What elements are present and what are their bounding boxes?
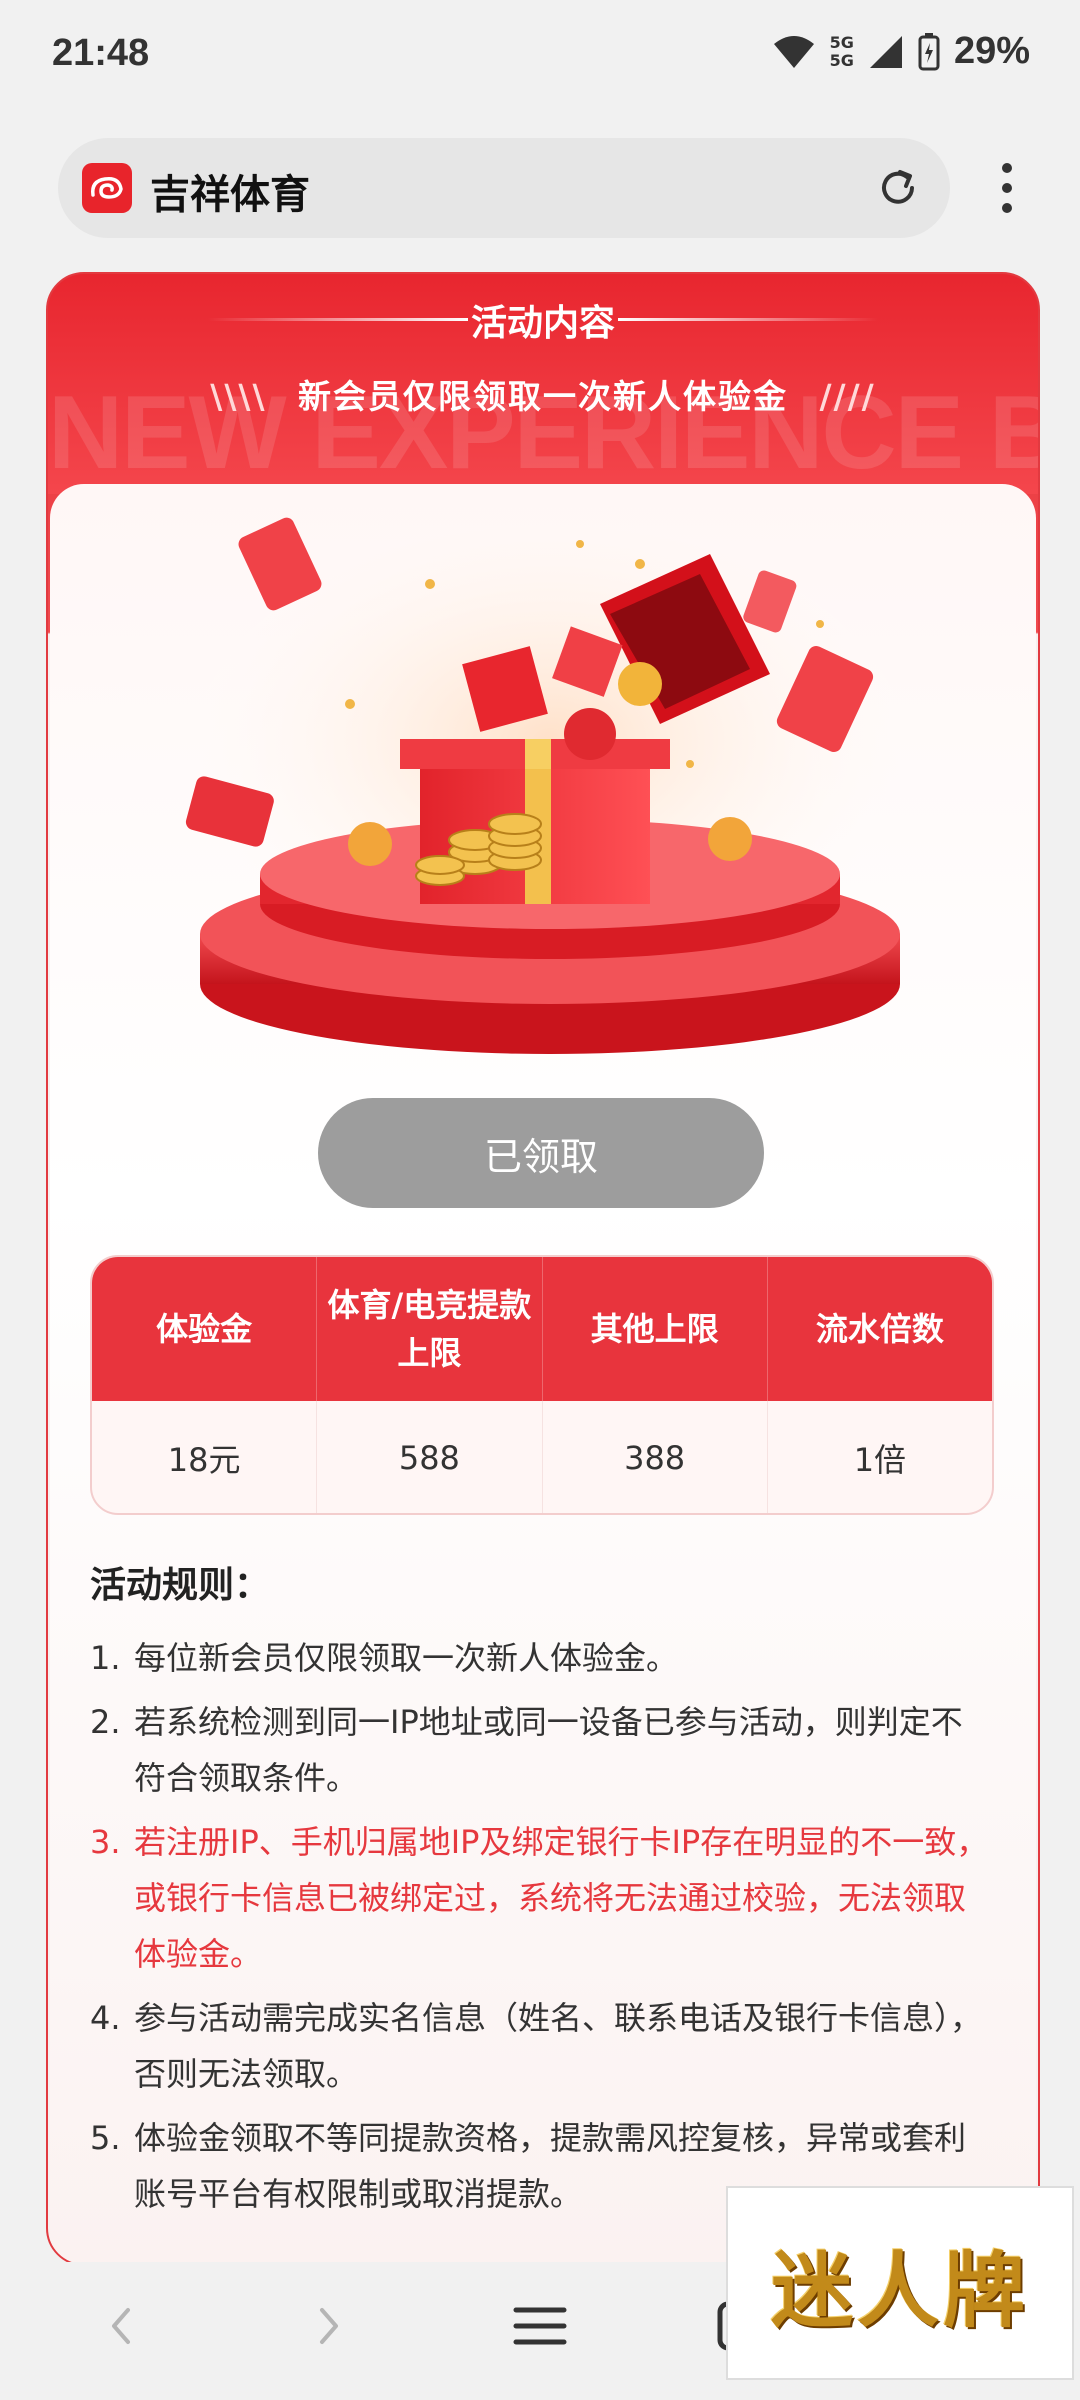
claimed-button[interactable]: 已领取 — [318, 1098, 764, 1208]
table-row: 18元 588 388 1倍 — [92, 1401, 992, 1513]
rules-title: 活动规则： — [90, 1565, 271, 1606]
table-header-cell: 体验金 — [92, 1257, 318, 1401]
subtitle-decoration-right: //// — [819, 377, 876, 416]
table-cell: 388 — [543, 1401, 768, 1513]
status-bar: 21:48 5G 5G 29% — [0, 0, 1080, 110]
rule-number: 2. — [90, 1703, 121, 1741]
network-type: 5G 5G — [829, 32, 854, 70]
rules-list: 1. 每位新会员仅限领取一次新人体验金。 2. 若系统检测到同一IP地址或同一设… — [90, 1630, 990, 2230]
reload-icon[interactable] — [874, 164, 922, 212]
table-header-cell: 体育/电竞提款上限 — [317, 1257, 543, 1401]
rule-number: 3. — [90, 1823, 121, 1861]
activity-title: 活动内容 — [470, 303, 615, 344]
status-time: 21:48 — [52, 32, 150, 74]
table-header-cell: 其他上限 — [543, 1257, 768, 1401]
back-icon[interactable] — [92, 2296, 152, 2356]
activity-subtitle: 新会员仅限领取一次新人体验金 — [298, 377, 788, 416]
rule-text: 若注册IP、手机归属地IP及绑定银行卡IP存在明显的不一致，或银行卡信息已被绑定… — [134, 1823, 989, 1973]
rule-text: 参与活动需完成实名信息（姓名、联系电话及银行卡信息），否则无法领取。 — [134, 1999, 983, 2093]
address-bar[interactable]: 吉祥体育 — [58, 138, 950, 238]
wifi-icon — [773, 35, 814, 68]
bonus-table-main: 体验金 体育/电竞提款上限 其他上限 流水倍数 18元 588 388 1倍 — [90, 1255, 994, 1515]
table-header-cell: 流水倍数 — [815, 1310, 944, 1348]
status-icons: 5G 5G 29% — [772, 30, 1030, 73]
table-cell: 588 — [317, 1401, 543, 1513]
rule-text: 每位新会员仅限领取一次新人体验金。 — [134, 1639, 679, 1677]
rule-number: 4. — [90, 1999, 121, 2037]
rule-item: 2. 若系统检测到同一IP地址或同一设备已参与活动，则判定不符合领取条件。 — [90, 1694, 990, 1806]
menu-icon[interactable] — [510, 2296, 570, 2356]
overlay-logo: 迷人牌 — [726, 2186, 1074, 2380]
more-vert-icon[interactable] — [992, 160, 1022, 216]
rule-text: 若系统检测到同一IP地址或同一设备已参与活动，则判定不符合领取条件。 — [134, 1703, 963, 1797]
rule-number: 5. — [90, 2119, 121, 2157]
table-cell: 18元 — [92, 1401, 318, 1513]
site-logo-icon — [82, 163, 132, 213]
rule-number: 1. — [90, 1639, 121, 1677]
rule-item: 4. 参与活动需完成实名信息（姓名、联系电话及银行卡信息），否则无法领取。 — [90, 1990, 990, 2102]
signal-icon — [869, 35, 902, 68]
battery-level: 29% — [953, 30, 1030, 72]
forward-icon[interactable] — [298, 2296, 358, 2356]
site-title: 吉祥体育 — [150, 172, 310, 218]
activity-subtitle-row: \\\\ 新会员仅限领取一次新人体验金 //// — [48, 370, 1038, 418]
rule-item: 1. 每位新会员仅限领取一次新人体验金。 — [90, 1630, 990, 1686]
table-cell: 1倍 — [853, 1441, 907, 1479]
card-header: 活动内容 NEW EXPERIENCE BONUS \\\\ 新会员仅限领取一次… — [48, 274, 1038, 494]
table-header: 体验金 体育/电竞提款上限 其他上限 流水倍数 — [92, 1257, 992, 1401]
overlay-logo-text: 迷人牌 — [770, 2242, 1029, 2339]
battery-icon — [918, 32, 940, 70]
gift-box-illustration — [185, 517, 910, 1054]
subtitle-decoration-left: \\\\ — [210, 377, 267, 416]
rule-item-highlighted: 3. 若注册IP、手机归属地IP及绑定银行卡IP存在明显的不一致，或银行卡信息已… — [90, 1814, 990, 1982]
